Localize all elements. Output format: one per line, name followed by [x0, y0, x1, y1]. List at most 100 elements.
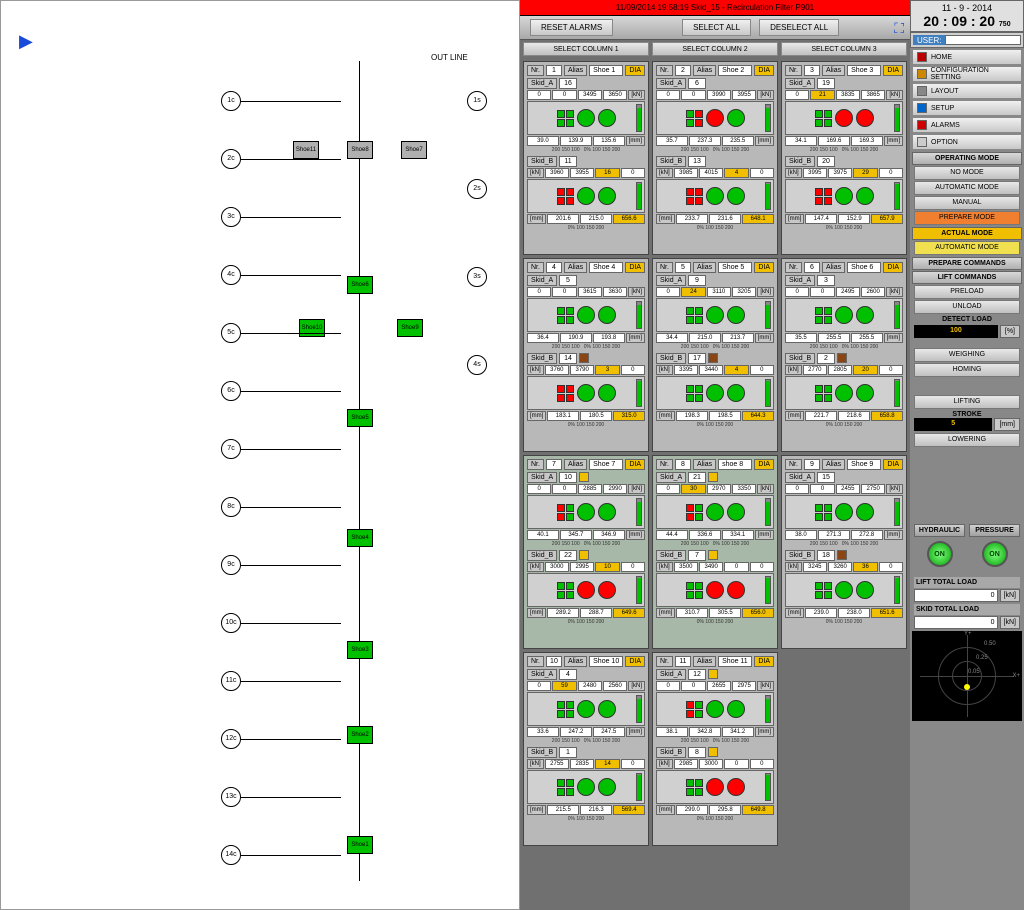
- diagram-shoe3: Shoe3: [347, 641, 373, 659]
- user-bar: USER:: [910, 32, 1024, 48]
- dia-button[interactable]: DIA: [883, 459, 903, 470]
- card-alias: Shoe 5: [718, 262, 752, 273]
- cmd-lifting[interactable]: LIFTING: [914, 395, 1020, 409]
- dia-button[interactable]: DIA: [754, 656, 774, 667]
- dia-button[interactable]: DIA: [883, 262, 903, 273]
- card-nr: 8: [675, 459, 691, 470]
- diagram-shoe9: Shoe9: [397, 319, 423, 337]
- skid-indicator: [579, 353, 589, 363]
- user-field[interactable]: [945, 35, 1021, 45]
- layout-icon: [917, 86, 927, 96]
- shoe-card-7[interactable]: Nr. 7 Alias Shoe 7 DIA Skid_A10 00288529…: [523, 455, 649, 649]
- dia-button[interactable]: DIA: [625, 459, 645, 470]
- menu-config[interactable]: CONFIGURATION SETTING: [912, 66, 1022, 82]
- detect-load-label: DETECT LOAD: [914, 316, 1020, 323]
- select-col-2[interactable]: SELECT COLUMN 2: [652, 42, 778, 56]
- menu-alarms[interactable]: ALARMS: [912, 117, 1022, 133]
- skid-total-box: SKID TOTAL LOAD 0[kN]: [914, 604, 1020, 629]
- cmd-homing[interactable]: HOMING: [914, 363, 1020, 377]
- toolbar: RESET ALARMS SELECT ALL DESELECT ALL: [520, 16, 910, 40]
- dia-button[interactable]: DIA: [625, 262, 645, 273]
- datetime-display: 11 - 9 - 2014 20 : 09 : 20 750: [910, 0, 1024, 32]
- pressure-led[interactable]: ON: [982, 541, 1008, 567]
- hydraulic-led[interactable]: ON: [927, 541, 953, 567]
- lift-total-box: LIFT TOTAL LOAD 0[kN]: [914, 577, 1020, 602]
- cmd-lowering[interactable]: LOWERING: [914, 433, 1020, 447]
- shoe-card-11[interactable]: Nr. 11 Alias Shoe 11 DIA Skid_A12 002655…: [652, 652, 778, 846]
- skid-indicator: [708, 550, 718, 560]
- mode-prepare[interactable]: PREPARE MODE: [914, 211, 1020, 225]
- prepare-header: PREPARE COMMANDS: [912, 257, 1022, 270]
- select-col-3[interactable]: SELECT COLUMN 3: [781, 42, 907, 56]
- mode-no[interactable]: NO MODE: [914, 166, 1020, 180]
- skid-indicator: [579, 472, 589, 482]
- shoe-card-10[interactable]: Nr. 10 Alias Shoe 10 DIA Skid_A4 0592480…: [523, 652, 649, 846]
- dia-button[interactable]: DIA: [754, 65, 774, 76]
- menu-setup[interactable]: SETUP: [912, 100, 1022, 116]
- diagram-left-12c: 12c: [221, 729, 241, 749]
- home-icon: [917, 52, 927, 62]
- gauge: [785, 101, 903, 135]
- diagram-right-4s: 4s: [467, 355, 487, 375]
- shoe-card-8[interactable]: Nr. 8 Alias shoe 8 DIA Skid_A21 03029703…: [652, 455, 778, 649]
- skid-indicator: [579, 550, 589, 560]
- expand-icon[interactable]: ⛶: [894, 20, 904, 37]
- card-alias: Shoe 1: [589, 65, 623, 76]
- card-alias: shoe 8: [718, 459, 752, 470]
- skid-indicator: [708, 472, 718, 482]
- stroke-value[interactable]: 5: [914, 418, 992, 431]
- gauge: [656, 573, 774, 607]
- card-alias: Shoe 10: [589, 656, 623, 667]
- op-mode-header: OPERATING MODE: [912, 152, 1022, 165]
- shoe-card-5[interactable]: Nr. 5 Alias Shoe 5 DIA Skid_A9 024311032…: [652, 258, 778, 452]
- diagram-left-13c: 13c: [221, 787, 241, 807]
- diagram-left-2c: 2c: [221, 149, 241, 169]
- menu-option[interactable]: OPTION: [912, 134, 1022, 150]
- diagram-shoe8: Shoe8: [347, 141, 373, 159]
- lift-cmd-header: LIFT COMMANDS: [912, 271, 1022, 284]
- reset-alarms-button[interactable]: RESET ALARMS: [530, 19, 613, 36]
- mode-manual[interactable]: MANUAL: [914, 196, 1020, 210]
- card-nr: 4: [546, 262, 562, 273]
- cmd-preload[interactable]: PRELOAD: [914, 285, 1020, 299]
- dia-button[interactable]: DIA: [625, 65, 645, 76]
- dia-button[interactable]: DIA: [754, 459, 774, 470]
- card-alias: Shoe 9: [847, 459, 881, 470]
- control-panel: 11 - 9 - 2014 20 : 09 : 20 750 USER: HOM…: [910, 0, 1024, 910]
- shoe-card-6[interactable]: Nr. 6 Alias Shoe 6 DIA Skid_A3 002495260…: [781, 258, 907, 452]
- outline-label: OUT LINE: [431, 53, 468, 62]
- gauge: [656, 101, 774, 135]
- diagram-left-5c: 5c: [221, 323, 241, 343]
- gauge: [785, 376, 903, 410]
- dia-button[interactable]: DIA: [754, 262, 774, 273]
- gauge: [785, 298, 903, 332]
- mode-auto[interactable]: AUTOMATIC MODE: [914, 181, 1020, 195]
- diagram-left-11c: 11c: [221, 671, 241, 691]
- diagram-shoe4: Shoe4: [347, 529, 373, 547]
- diagram-shoe11: Shoe11: [293, 141, 319, 159]
- diagram-left-10c: 10c: [221, 613, 241, 633]
- gauge: [656, 692, 774, 726]
- menu-layout[interactable]: LAYOUT: [912, 83, 1022, 99]
- diagram-left-14c: 14c: [221, 845, 241, 865]
- detect-load-value: 100: [914, 325, 998, 338]
- diagram-right-1s: 1s: [467, 91, 487, 111]
- shoe-card-1[interactable]: Nr. 1 Alias Shoe 1 DIA Skid_A16 00349536…: [523, 61, 649, 255]
- cmd-unload[interactable]: UNLOAD: [914, 300, 1020, 314]
- select-all-button[interactable]: SELECT ALL: [682, 19, 751, 36]
- shoe-card-4[interactable]: Nr. 4 Alias Shoe 4 DIA Skid_A5 003615363…: [523, 258, 649, 452]
- gauge: [527, 495, 645, 529]
- menu-home[interactable]: HOME: [912, 49, 1022, 65]
- shoe-card-9[interactable]: Nr. 9 Alias Shoe 9 DIA Skid_A15 00245527…: [781, 455, 907, 649]
- shoe-card-2[interactable]: Nr. 2 Alias Shoe 2 DIA Skid_A6 003990395…: [652, 61, 778, 255]
- dia-button[interactable]: DIA: [625, 656, 645, 667]
- gauge: [656, 298, 774, 332]
- deselect-all-button[interactable]: DESELECT ALL: [759, 19, 839, 36]
- dia-button[interactable]: DIA: [883, 65, 903, 76]
- card-alias: Shoe 4: [589, 262, 623, 273]
- select-col-1[interactable]: SELECT COLUMN 1: [523, 42, 649, 56]
- shoe-card-3[interactable]: Nr. 3 Alias Shoe 3 DIA Skid_A19 02138353…: [781, 61, 907, 255]
- cmd-weighing[interactable]: WEIGHING: [914, 348, 1020, 362]
- diagram-left-8c: 8c: [221, 497, 241, 517]
- gauge: [527, 573, 645, 607]
